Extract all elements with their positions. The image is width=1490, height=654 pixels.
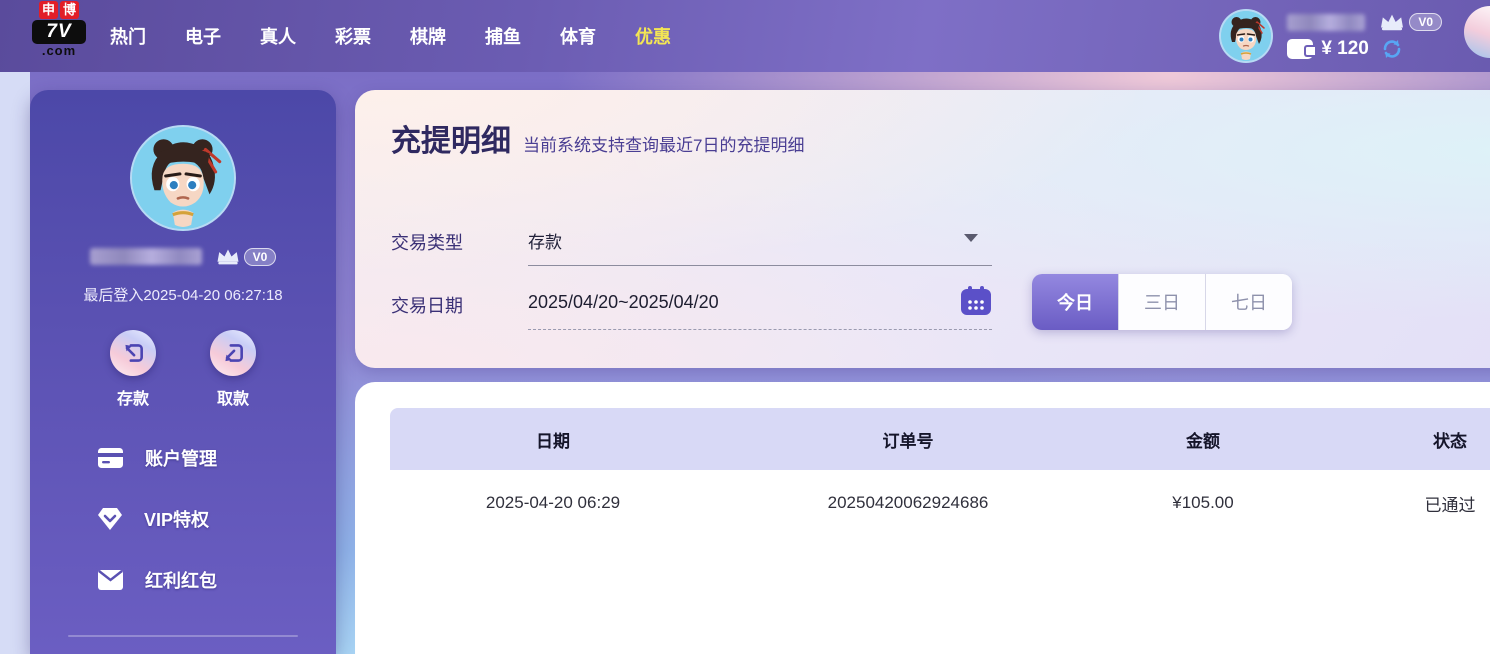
username-blurred xyxy=(90,248,202,265)
sidebar: V0 最后登入2025-04-20 06:27:18 存款 xyxy=(30,90,336,654)
nav-item-hot[interactable]: 热门 xyxy=(110,23,146,49)
vip-crown-icon xyxy=(214,246,242,267)
col-header-status: 状态 xyxy=(1306,427,1490,452)
logo-seal-left: 申 xyxy=(39,1,58,19)
date-range-input[interactable]: 2025/04/20~2025/04/20 xyxy=(528,276,992,330)
calendar-icon[interactable] xyxy=(961,286,991,315)
sidebar-divider xyxy=(68,635,298,637)
sidebar-user-row: V0 xyxy=(30,246,336,267)
nav-item-sports[interactable]: 体育 xyxy=(560,23,596,49)
username-blurred xyxy=(1287,14,1365,31)
range-7day-button[interactable]: 七日 xyxy=(1206,274,1292,330)
nav-item-cards[interactable]: 棋牌 xyxy=(410,23,446,49)
page: 申 博 7V .com 热门 电子 真人 彩票 棋牌 捕鱼 体育 优惠 xyxy=(0,0,1490,654)
transaction-type-value: 存款 xyxy=(528,228,562,253)
quick-actions: 存款 取款 xyxy=(30,330,336,409)
sidebar-item-label: VIP特权 xyxy=(144,506,209,532)
nav-item-lottery[interactable]: 彩票 xyxy=(335,23,371,49)
withdraw-label: 取款 xyxy=(200,385,266,409)
sidebar-item-bonus[interactable]: 红利红包 xyxy=(98,560,217,600)
transaction-type-select[interactable]: 存款 xyxy=(528,210,992,266)
avatar[interactable] xyxy=(1219,9,1273,63)
sidebar-item-account[interactable]: 账户管理 xyxy=(98,438,217,478)
main-nav: 热门 电子 真人 彩票 棋牌 捕鱼 体育 优惠 xyxy=(110,0,671,72)
deposit-label: 存款 xyxy=(100,385,166,409)
balance-amount: ¥ 120 xyxy=(1321,38,1369,60)
deposit-arrow-icon xyxy=(120,340,146,366)
last-login-text: 最后登入2025-04-20 06:27:18 xyxy=(30,284,336,305)
date-range-value: 2025/04/20~2025/04/20 xyxy=(528,292,719,313)
sidebar-item-label: 红利红包 xyxy=(145,567,217,593)
vip-level-badge: V0 xyxy=(1409,13,1442,31)
col-header-order: 订单号 xyxy=(716,427,1100,452)
nav-item-fishing[interactable]: 捕鱼 xyxy=(485,23,521,49)
page-subtitle: 当前系统支持查询最近7日的充提明细 xyxy=(523,131,804,156)
vip-level-badge: V0 xyxy=(244,248,277,266)
page-title: 充提明细 xyxy=(391,116,511,160)
nav-item-promo[interactable]: 优惠 xyxy=(635,23,671,49)
cell-order: 20250420062924686 xyxy=(716,493,1100,513)
sidebar-item-vip[interactable]: VIP特权 xyxy=(98,499,217,539)
table-row: 2025-04-20 06:29 20250420062924686 ¥105.… xyxy=(390,470,1490,536)
transaction-date-label: 交易日期 xyxy=(391,292,463,318)
chevron-down-icon xyxy=(964,234,978,242)
withdraw-button[interactable]: 取款 xyxy=(200,330,266,409)
refresh-balance-icon[interactable] xyxy=(1381,38,1403,60)
deposit-button[interactable]: 存款 xyxy=(100,330,166,409)
bank-card-icon xyxy=(98,448,123,468)
logo-name: 7V xyxy=(32,20,86,44)
sidebar-item-label: 账户管理 xyxy=(145,445,217,471)
cell-date: 2025-04-20 06:29 xyxy=(390,493,716,513)
vip-crown-icon xyxy=(1377,11,1407,33)
nav-item-slots[interactable]: 电子 xyxy=(185,23,221,49)
date-range-button-group: 今日 三日 七日 xyxy=(1032,274,1292,330)
cell-status: 已通过 xyxy=(1306,491,1490,516)
vip-gem-icon xyxy=(98,508,122,530)
range-today-button[interactable]: 今日 xyxy=(1032,274,1119,330)
brand-logo[interactable]: 申 博 7V .com xyxy=(30,1,88,57)
logo-tld: .com xyxy=(30,44,88,57)
records-table-card: 日期 订单号 金额 状态 2025-04-20 06:29 2025042006… xyxy=(355,382,1490,654)
topbar-user-area: V0 ¥ 120 xyxy=(1219,0,1442,72)
withdraw-arrow-icon xyxy=(220,340,246,366)
cell-amount: ¥105.00 xyxy=(1100,493,1306,513)
logo-seals: 申 博 xyxy=(30,1,88,19)
filter-panel: 充提明细 当前系统支持查询最近7日的充提明细 交易类型 存款 交易日期 2025… xyxy=(355,90,1490,368)
nav-item-live[interactable]: 真人 xyxy=(260,23,296,49)
avatar[interactable] xyxy=(130,125,236,231)
table-header-row: 日期 订单号 金额 状态 xyxy=(390,408,1490,470)
top-navbar: 申 博 7V .com 热门 电子 真人 彩票 棋牌 捕鱼 体育 优惠 xyxy=(0,0,1490,72)
col-header-amount: 金额 xyxy=(1100,427,1306,452)
col-header-date: 日期 xyxy=(390,427,716,452)
range-3day-button[interactable]: 三日 xyxy=(1119,274,1206,330)
sidebar-menu: 账户管理 VIP特权 红利红包 xyxy=(98,438,217,621)
envelope-icon xyxy=(98,570,123,590)
wallet-icon xyxy=(1287,39,1313,59)
transaction-type-label: 交易类型 xyxy=(391,229,463,255)
logo-seal-right: 博 xyxy=(60,1,79,19)
